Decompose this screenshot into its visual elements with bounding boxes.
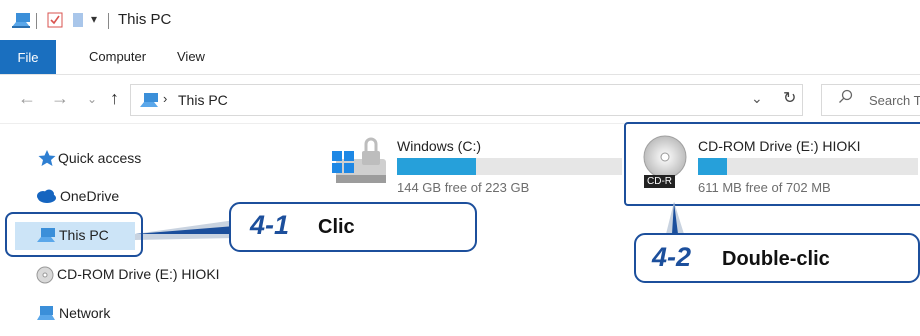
sidebar-item-quick-access[interactable]: Quick access [58, 150, 141, 166]
drive-usage-bar [698, 158, 918, 175]
this-pc-highlight [5, 212, 143, 257]
star-icon [38, 150, 56, 171]
refresh-icon[interactable]: ↻ [783, 88, 796, 108]
callout-number: 4-1 [250, 210, 290, 240]
separator [108, 13, 109, 29]
address-dropdown-icon[interactable]: ⌄ [751, 90, 763, 107]
window-title: This PC [118, 11, 172, 28]
search-input[interactable]: Search T [869, 93, 920, 108]
callout-pointer [666, 202, 684, 234]
drive-name[interactable]: CD-ROM Drive (E:) HIOKI [698, 138, 861, 154]
separator [36, 13, 37, 29]
new-folder-icon[interactable] [72, 12, 84, 33]
this-pc-icon [140, 92, 160, 113]
callout-text: Double-clic [722, 248, 830, 270]
drive-free-space: 611 MB free of 702 MB [698, 180, 831, 195]
sidebar-item-network[interactable]: Network [59, 305, 110, 321]
this-pc-icon[interactable] [12, 12, 32, 33]
breadcrumb-chevron-icon[interactable]: › [163, 91, 167, 106]
sidebar-item-cd-rom[interactable]: CD-ROM Drive (E:) HIOKI [57, 266, 220, 282]
search-icon [838, 89, 854, 110]
drive-usage-fill [698, 158, 727, 175]
tab-computer[interactable]: Computer [89, 49, 146, 64]
sidebar-item-onedrive[interactable]: OneDrive [60, 188, 119, 204]
up-arrow-icon[interactable]: ↑ [110, 88, 119, 109]
breadcrumb[interactable]: This PC [178, 92, 228, 108]
cd-drive-icon [36, 266, 54, 289]
drive-usage-bar [397, 158, 622, 175]
tab-file[interactable]: File [0, 40, 56, 74]
tab-view[interactable]: View [177, 49, 205, 64]
network-icon [37, 305, 57, 326]
properties-icon[interactable] [47, 12, 63, 33]
cloud-icon [35, 189, 57, 208]
recent-locations-icon[interactable]: ⌄ [87, 92, 97, 106]
windows-drive-icon [332, 135, 390, 196]
drive-usage-fill [397, 158, 476, 175]
address-bar[interactable] [130, 84, 803, 116]
callout-text: Clic [318, 216, 355, 238]
customize-toolbar-icon[interactable]: ▾ [91, 12, 97, 26]
callout-number: 4-2 [652, 242, 692, 272]
cd-r-badge: CD-R [644, 175, 675, 188]
drive-free-space: 144 GB free of 223 GB [397, 180, 530, 195]
forward-arrow-icon[interactable]: → [51, 88, 69, 109]
drive-name[interactable]: Windows (C:) [397, 138, 481, 154]
back-arrow-icon[interactable]: ← [18, 88, 36, 109]
